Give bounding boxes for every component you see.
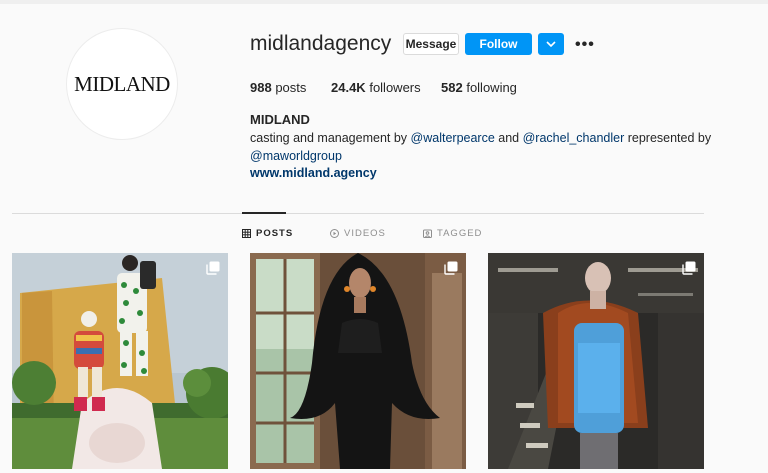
followers-count[interactable]: 24.4K followers — [331, 80, 421, 95]
active-tab-indicator — [242, 212, 286, 214]
tab-tagged[interactable]: TAGGED — [423, 228, 482, 239]
post-thumbnail[interactable] — [12, 253, 228, 469]
grid-icon — [242, 229, 251, 238]
play-icon — [330, 229, 339, 238]
post-thumbnail[interactable] — [250, 253, 466, 469]
more-options-icon[interactable]: ••• — [575, 36, 595, 54]
following-count[interactable]: 582 following — [441, 80, 517, 95]
post-thumbnail[interactable] — [488, 253, 704, 469]
top-border — [0, 0, 768, 4]
posts-count: 988 posts — [250, 80, 307, 95]
profile-full-name: MIDLAND — [250, 112, 310, 127]
tab-videos[interactable]: VIDEOS — [330, 228, 386, 239]
suggestions-dropdown-button[interactable] — [538, 33, 564, 55]
profile-website-link[interactable]: www.midland.agency — [250, 166, 377, 180]
multiple-photos-icon — [206, 261, 220, 275]
tabs-divider — [12, 213, 704, 214]
chevron-down-icon — [546, 41, 556, 47]
avatar-logo-text: MIDLAND — [74, 71, 170, 96]
profile-bio: casting and management by @walterpearce … — [250, 131, 712, 163]
post-image — [250, 253, 466, 469]
follow-button[interactable]: Follow — [465, 33, 532, 55]
mention-walterpearce[interactable]: @walterpearce — [411, 131, 495, 145]
profile-avatar[interactable]: MIDLAND — [66, 28, 178, 140]
post-image — [488, 253, 704, 469]
tab-posts[interactable]: POSTS — [242, 228, 293, 239]
post-image — [12, 253, 228, 469]
message-button[interactable]: Message — [403, 33, 459, 55]
mention-rachel-chandler[interactable]: @rachel_chandler — [523, 131, 625, 145]
profile-username: midlandagency — [250, 32, 392, 55]
multiple-photos-icon — [444, 261, 458, 275]
tag-icon — [423, 229, 432, 238]
mention-maworldgroup[interactable]: @maworldgroup — [250, 149, 342, 163]
multiple-photos-icon — [682, 261, 696, 275]
